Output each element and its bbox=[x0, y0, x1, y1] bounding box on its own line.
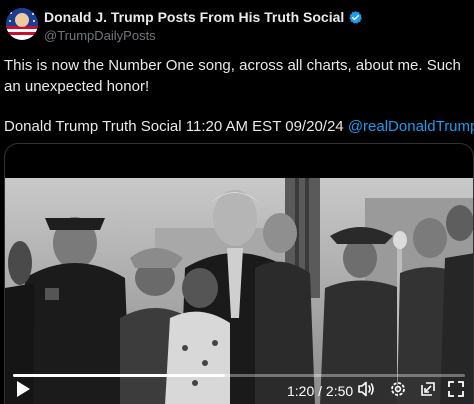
mention-link[interactable]: @realDonaldTrump bbox=[348, 118, 474, 135]
avatar[interactable] bbox=[6, 8, 38, 40]
pip-button[interactable] bbox=[419, 380, 437, 403]
post-header: Donald J. Trump Posts From His Truth Soc… bbox=[0, 0, 474, 50]
duration: 2:50 bbox=[325, 383, 354, 399]
video-controls: 1:20 / 2:50 bbox=[5, 374, 473, 404]
fullscreen-button[interactable] bbox=[447, 380, 465, 403]
volume-icon bbox=[357, 380, 375, 403]
video-player[interactable]: 1:20 / 2:50 bbox=[4, 143, 474, 404]
current-time: 1:20 bbox=[287, 383, 315, 399]
settings-icon bbox=[389, 380, 407, 403]
settings-button[interactable] bbox=[389, 380, 407, 403]
fullscreen-icon bbox=[447, 380, 465, 403]
time-separator: / bbox=[314, 383, 326, 399]
volume-button[interactable] bbox=[357, 380, 375, 403]
pip-icon bbox=[419, 380, 437, 403]
user-handle[interactable]: @TrumpDailyPosts bbox=[44, 28, 156, 43]
video-frame[interactable] bbox=[5, 178, 473, 404]
progress-fill bbox=[13, 374, 226, 377]
post-attribution-line: Donald Trump Truth Social 11:20 AM EST 0… bbox=[4, 116, 474, 137]
play-icon bbox=[15, 380, 31, 403]
time-display: 1:20 / 2:50 bbox=[287, 382, 353, 400]
display-name[interactable]: Donald J. Trump Posts From His Truth Soc… bbox=[44, 9, 344, 25]
play-button[interactable] bbox=[15, 380, 31, 403]
verified-badge-icon bbox=[348, 10, 363, 25]
post-body: This is now the Number One song, across … bbox=[4, 57, 461, 95]
progress-bar[interactable] bbox=[13, 374, 465, 377]
post-attribution: Donald Trump Truth Social 11:20 AM EST 0… bbox=[4, 118, 344, 135]
